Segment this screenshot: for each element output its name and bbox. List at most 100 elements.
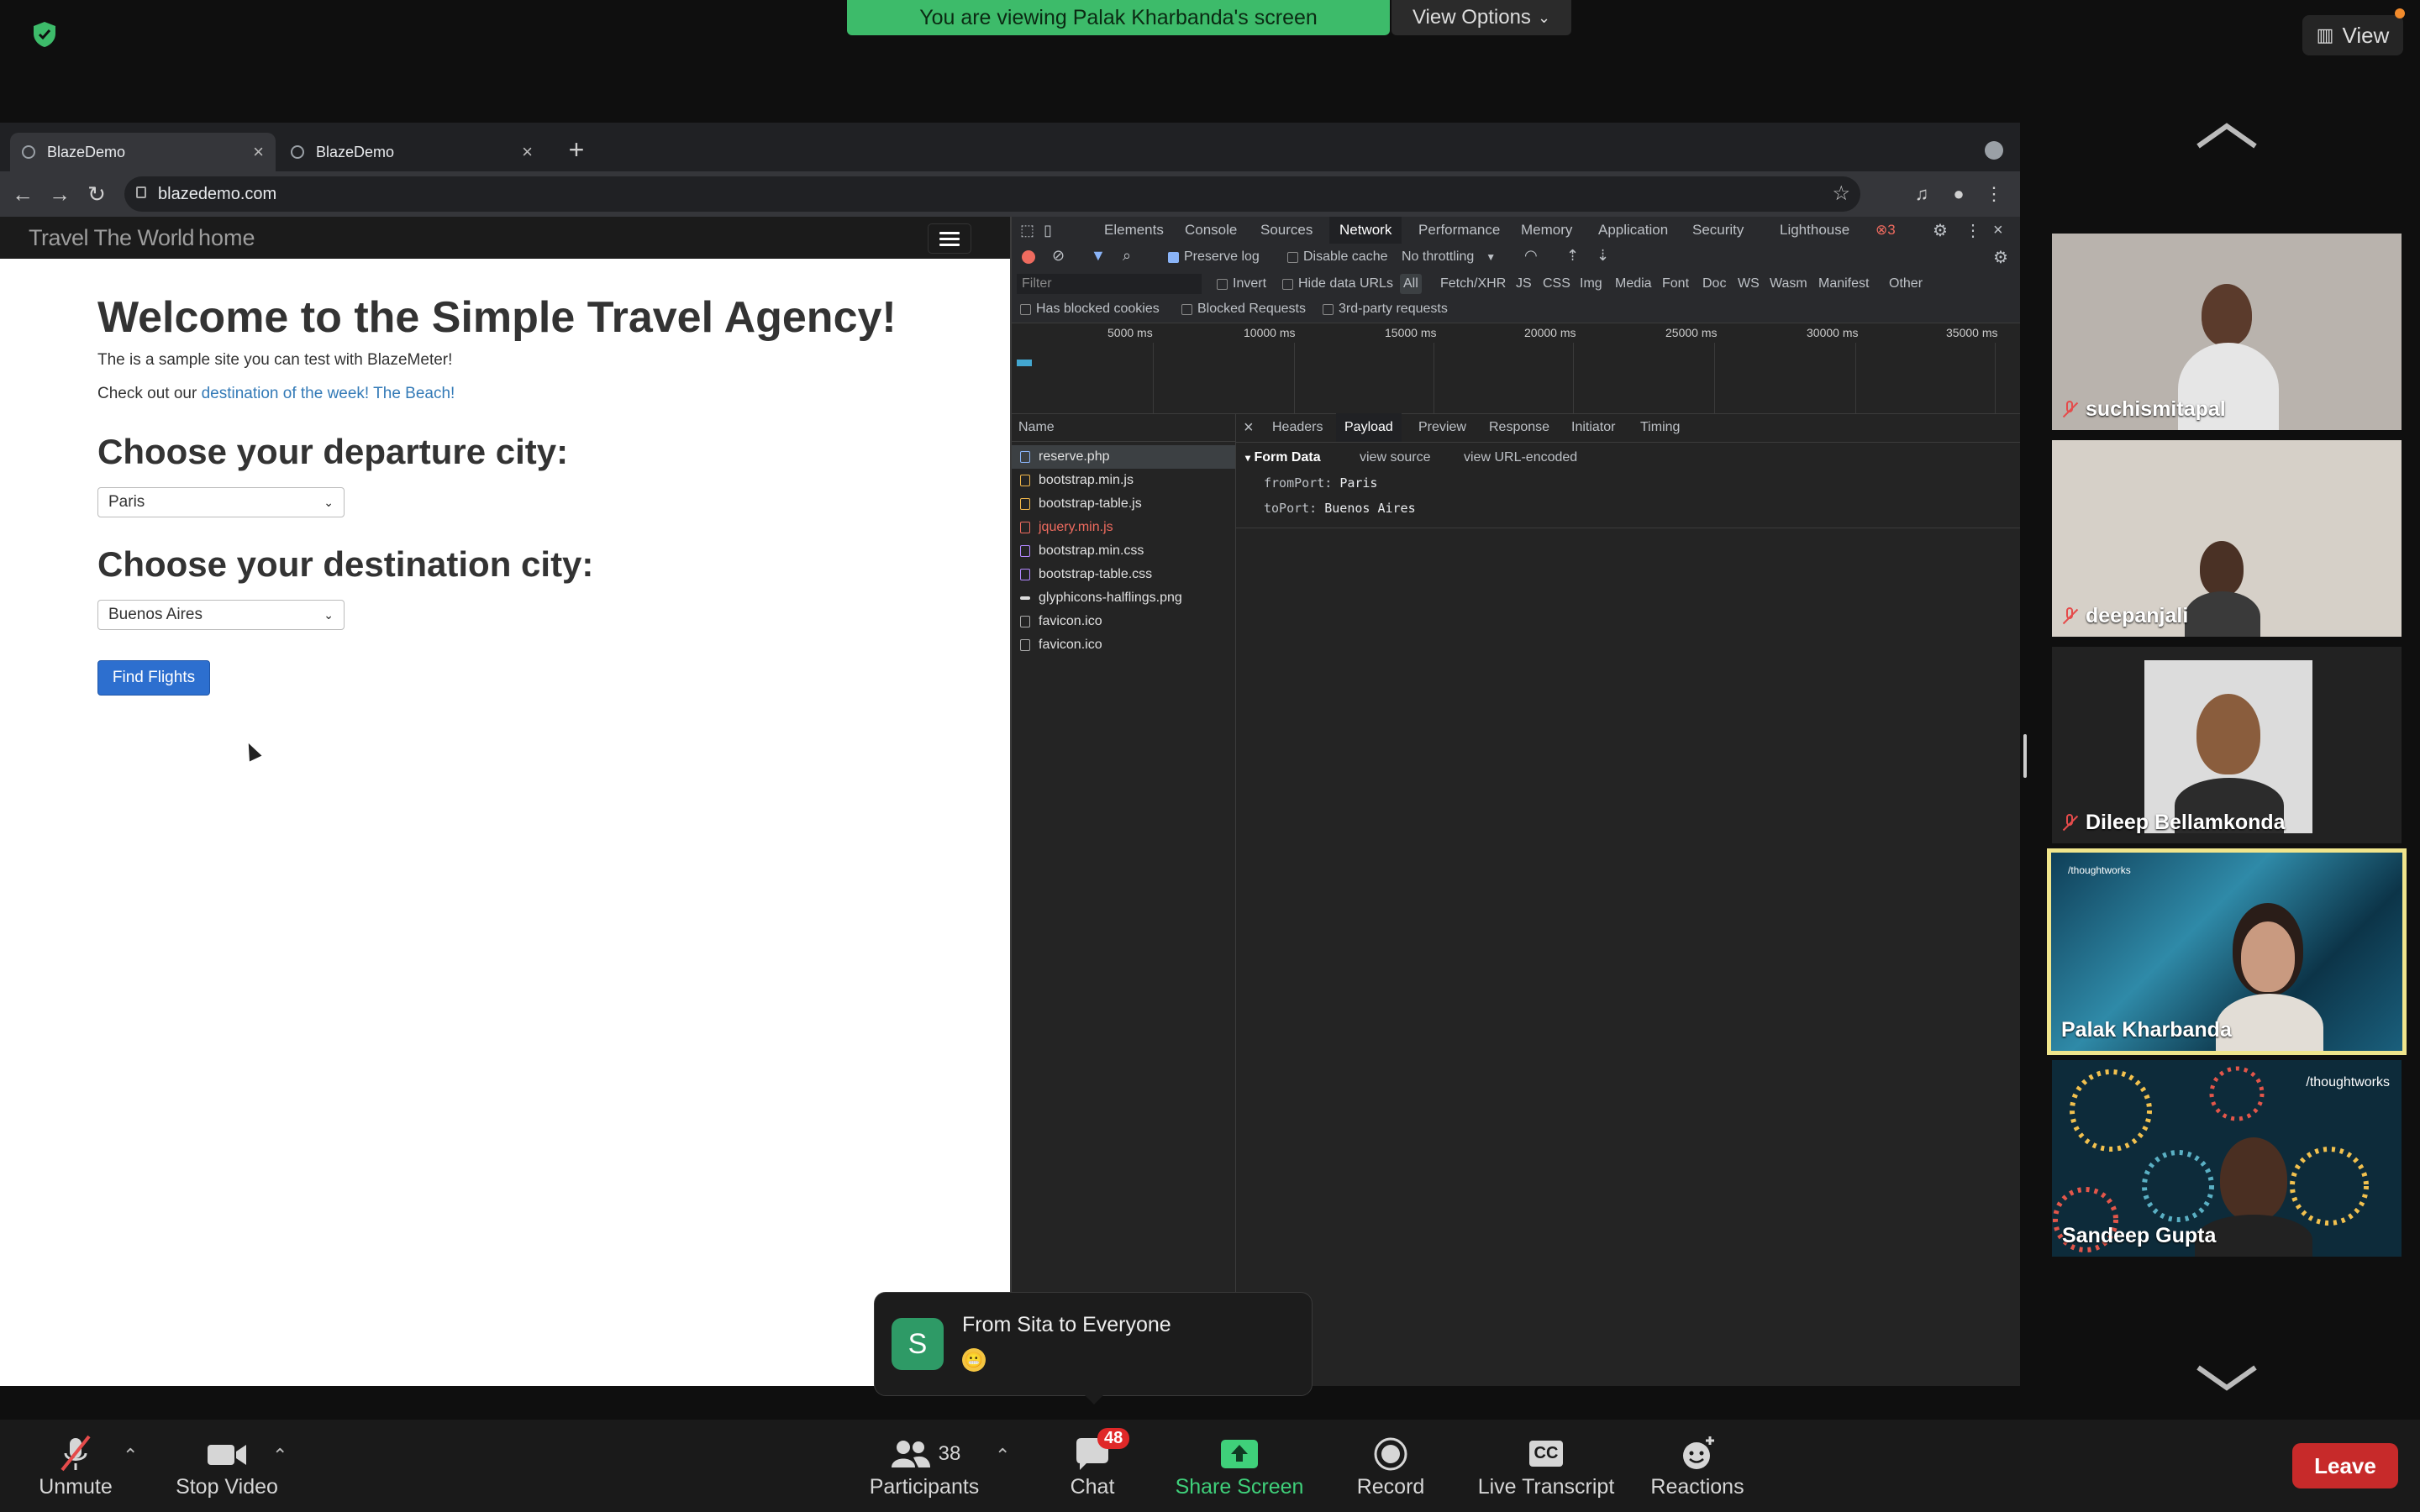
address-bar[interactable]: blazedemo.com ☆ xyxy=(124,176,1860,212)
live-transcript-button[interactable]: CC Live Transcript xyxy=(1470,1420,1622,1512)
view-button[interactable]: ▥ View xyxy=(2302,15,2403,55)
tab-memory[interactable]: Memory xyxy=(1521,217,1572,244)
destination-select[interactable]: Buenos Aires ⌄ xyxy=(97,600,345,630)
filter-icon[interactable]: ▼ xyxy=(1091,247,1106,265)
third-party-checkbox[interactable]: 3rd-party requests xyxy=(1319,299,1451,319)
tab-security[interactable]: Security xyxy=(1692,217,1744,244)
panel-splitter-handle[interactable] xyxy=(2023,734,2027,778)
import-icon[interactable]: ⇡ xyxy=(1566,247,1579,265)
type-filter-fetch[interactable]: Fetch/XHR xyxy=(1437,274,1509,294)
device-toggle-icon[interactable]: ▯ xyxy=(1044,222,1052,239)
error-count-badge[interactable]: ⊗ 3 xyxy=(1876,217,1896,244)
request-row[interactable]: jquery.min.js xyxy=(1012,516,1235,539)
invert-checkbox[interactable]: Invert xyxy=(1213,274,1270,294)
export-icon[interactable]: ⇣ xyxy=(1597,247,1609,265)
site-brand[interactable]: Travel The World xyxy=(29,225,195,251)
disable-cache-checkbox[interactable]: Disable cache xyxy=(1287,244,1388,270)
view-url-encoded-link[interactable]: view URL-encoded xyxy=(1464,450,1577,465)
scroll-down-chevron-icon[interactable] xyxy=(2195,1361,2259,1394)
tab-performance[interactable]: Performance xyxy=(1418,217,1500,244)
tab-preview[interactable]: Preview xyxy=(1418,413,1466,442)
network-settings-icon[interactable]: ⚙ xyxy=(1993,247,2008,268)
close-tab-icon[interactable]: × xyxy=(253,141,264,163)
participant-tile[interactable]: /thoughtworks Sandeep Gupta xyxy=(2052,1060,2402,1257)
browser-tab[interactable]: BlazeDemo × xyxy=(10,133,276,171)
nav-home-link[interactable]: home xyxy=(198,225,255,251)
blocked-cookies-checkbox[interactable]: Has blocked cookies xyxy=(1017,299,1163,319)
hamburger-menu-icon[interactable] xyxy=(928,223,971,254)
close-devtools-icon[interactable]: × xyxy=(1993,217,2003,244)
settings-gear-icon[interactable]: ⚙ xyxy=(1933,217,1948,244)
close-detail-icon[interactable]: × xyxy=(1244,413,1254,442)
tab-lighthouse[interactable]: Lighthouse xyxy=(1780,217,1849,244)
tab-response[interactable]: Response xyxy=(1489,413,1549,442)
request-row[interactable]: glyphicons-halflings.png xyxy=(1012,586,1235,610)
type-filter-img[interactable]: Img xyxy=(1576,274,1606,294)
scroll-up-chevron-icon[interactable] xyxy=(2195,119,2259,153)
participants-button[interactable]: 38 Participants xyxy=(865,1420,983,1512)
type-filter-wasm[interactable]: Wasm xyxy=(1766,274,1811,294)
blocked-requests-checkbox[interactable]: Blocked Requests xyxy=(1178,299,1309,319)
find-flights-button[interactable]: Find Flights xyxy=(97,660,210,696)
unmute-button[interactable]: Unmute xyxy=(34,1420,118,1512)
network-timeline[interactable]: 5000 ms 10000 ms 15000 ms 20000 ms 25000… xyxy=(1012,323,2020,414)
throttling-select[interactable]: No throttling ▼ xyxy=(1402,244,1496,270)
type-filter-manifest[interactable]: Manifest xyxy=(1815,274,1872,294)
clear-icon[interactable]: ⊘ xyxy=(1052,247,1065,265)
participant-tile[interactable]: suchismitapal xyxy=(2052,234,2402,430)
request-row[interactable]: favicon.ico xyxy=(1012,610,1235,633)
view-options-button[interactable]: View Options ⌄ xyxy=(1392,0,1571,35)
destination-link[interactable]: destination of the week! The Beach! xyxy=(202,385,455,402)
record-button[interactable]: Record xyxy=(1344,1420,1437,1512)
participant-tile[interactable]: Dileep Bellamkonda xyxy=(2052,647,2402,843)
tab-application[interactable]: Application xyxy=(1598,217,1668,244)
request-row[interactable]: bootstrap-table.css xyxy=(1012,563,1235,586)
hide-data-urls-checkbox[interactable]: Hide data URLs xyxy=(1279,274,1397,294)
chat-notification[interactable]: S From Sita to Everyone 😬 xyxy=(874,1292,1313,1396)
tab-elements[interactable]: Elements xyxy=(1104,217,1164,244)
departure-select[interactable]: Paris ⌄ xyxy=(97,487,345,517)
tab-search-icon[interactable] xyxy=(1985,141,2003,160)
wifi-icon[interactable]: ◠ xyxy=(1524,247,1538,265)
bookmark-star-icon[interactable]: ☆ xyxy=(1832,181,1850,206)
type-filter-all[interactable]: All xyxy=(1400,274,1422,294)
reactions-button[interactable]: Reactions xyxy=(1647,1420,1748,1512)
tab-initiator[interactable]: Initiator xyxy=(1571,413,1615,442)
participants-caret-icon[interactable]: ⌃ xyxy=(995,1445,1010,1466)
forward-icon[interactable]: → xyxy=(45,180,74,208)
type-filter-ws[interactable]: WS xyxy=(1734,274,1763,294)
tab-sources[interactable]: Sources xyxy=(1260,217,1313,244)
new-tab-button[interactable]: + xyxy=(560,133,593,166)
browser-tab[interactable]: BlazeDemo × xyxy=(279,133,544,171)
media-control-icon[interactable]: ♫ xyxy=(1907,180,1936,208)
inspect-icon[interactable]: ⬚ xyxy=(1020,222,1034,239)
tab-timing[interactable]: Timing xyxy=(1640,413,1680,442)
form-data-section-toggle[interactable]: ▾ Form Data xyxy=(1245,450,1321,465)
browser-menu-icon[interactable]: ⋮ xyxy=(1980,180,2008,208)
chat-button[interactable]: 48 Chat xyxy=(1050,1420,1134,1512)
tab-headers[interactable]: Headers xyxy=(1272,413,1323,442)
type-filter-other[interactable]: Other xyxy=(1886,274,1926,294)
preserve-log-checkbox[interactable]: Preserve log xyxy=(1168,244,1260,270)
request-row[interactable]: reserve.php xyxy=(1012,445,1235,469)
request-row[interactable]: bootstrap.min.css xyxy=(1012,539,1235,563)
audio-options-caret-icon[interactable]: ⌃ xyxy=(123,1445,138,1466)
participant-tile[interactable]: deepanjali xyxy=(2052,440,2402,637)
record-icon[interactable] xyxy=(1022,250,1035,264)
back-icon[interactable]: ← xyxy=(8,180,37,208)
leave-button[interactable]: Leave xyxy=(2292,1443,2398,1488)
name-column-header[interactable]: Name xyxy=(1012,413,1235,442)
type-filter-js[interactable]: JS xyxy=(1512,274,1535,294)
request-row[interactable]: bootstrap.min.js xyxy=(1012,469,1235,492)
tab-console[interactable]: Console xyxy=(1185,217,1237,244)
type-filter-media[interactable]: Media xyxy=(1612,274,1655,294)
devtools-menu-icon[interactable]: ⋮ xyxy=(1965,217,1981,244)
search-icon[interactable]: ⌕ xyxy=(1123,247,1131,265)
filter-input[interactable]: Filter xyxy=(1017,274,1202,294)
type-filter-css[interactable]: CSS xyxy=(1539,274,1574,294)
tab-network[interactable]: Network xyxy=(1329,217,1402,244)
type-filter-doc[interactable]: Doc xyxy=(1699,274,1729,294)
request-row[interactable]: favicon.ico xyxy=(1012,633,1235,657)
share-screen-button[interactable]: Share Screen xyxy=(1168,1420,1311,1512)
tab-payload[interactable]: Payload xyxy=(1336,413,1402,442)
